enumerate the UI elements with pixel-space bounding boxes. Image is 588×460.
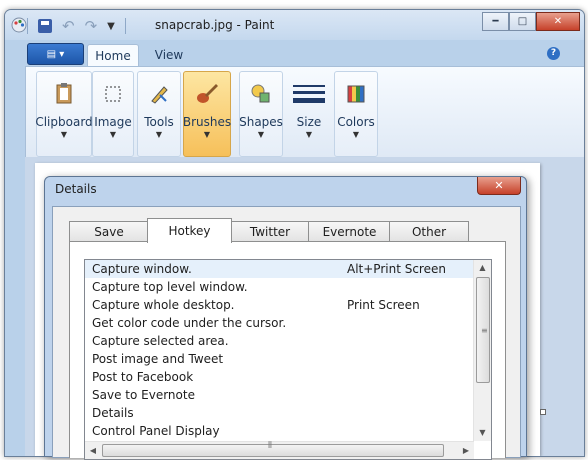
shapes-label: Shapes [239, 115, 283, 129]
shapes-dropdown-icon: ▼ [257, 130, 265, 139]
qat-separator [27, 18, 28, 34]
scroll-up-icon[interactable]: ▲ [474, 260, 491, 276]
scroll-down-icon[interactable]: ▼ [474, 425, 491, 441]
canvas-resize-handle[interactable] [540, 409, 546, 415]
colors-label: Colors [337, 115, 375, 129]
pencil-icon [151, 86, 168, 104]
maximize-button[interactable]: □ [509, 12, 536, 31]
quick-access-toolbar: ↶ ↷ ▼ [27, 18, 126, 34]
list-item[interactable]: Capture selected area. [85, 332, 473, 350]
tab-twitter[interactable]: Twitter [230, 221, 310, 242]
size-label: Size [296, 115, 322, 129]
colors-group[interactable]: Colors ▼ [334, 71, 378, 157]
clipboard-icon [56, 83, 72, 104]
help-icon[interactable]: ? [547, 47, 560, 60]
action-label: Control Panel Display [92, 424, 220, 438]
redo-icon[interactable]: ↷ [85, 19, 98, 34]
qat-separator [124, 18, 126, 34]
brushes-group[interactable]: Brushes ▼ [183, 71, 231, 157]
tab-home[interactable]: Home [87, 44, 139, 67]
list-item[interactable]: Capture whole desktop. Print Screen [85, 296, 473, 314]
action-label: Capture whole desktop. [92, 298, 235, 312]
color-palette-icon [347, 85, 365, 103]
image-label: Image [94, 115, 132, 129]
minimize-icon: ━ [492, 16, 499, 27]
list-item[interactable]: Save to Evernote [85, 386, 473, 404]
list-item[interactable]: Get color code under the cursor. [85, 314, 473, 332]
shapes-icon [251, 84, 270, 103]
size-group[interactable]: Size ▼ [287, 71, 331, 157]
clipboard-label: Clipboard [35, 115, 93, 129]
menu-icon: ▤ ▾ [46, 48, 65, 60]
image-dropdown-icon: ▼ [109, 130, 117, 139]
image-group[interactable]: Image ▼ [92, 71, 134, 157]
dialog-body: Save Hotkey Twitter Evernote Other Captu… [52, 206, 521, 460]
select-icon [105, 86, 121, 102]
list-item[interactable]: Post to Facebook [85, 368, 473, 386]
hotkey-label: Print Screen [347, 298, 420, 312]
action-label: Post to Facebook [92, 370, 194, 384]
grip-icon: ⦀ [268, 441, 272, 451]
hotkey-panel: Capture window. Alt+Print Screen Capture … [69, 241, 506, 460]
list-item[interactable]: Post image and Tweet [85, 350, 473, 368]
tools-dropdown-icon: ▼ [155, 130, 163, 139]
close-icon: ✕ [494, 179, 504, 192]
tab-evernote[interactable]: Evernote [308, 221, 391, 242]
tools-label: Tools [144, 115, 174, 129]
window-title: snapcrab.jpg - Paint [155, 18, 275, 32]
tab-hotkey[interactable]: Hotkey [147, 218, 232, 243]
save-icon[interactable] [38, 19, 52, 33]
action-label: Post image and Tweet [92, 352, 224, 366]
clipboard-dropdown-icon: ▼ [60, 130, 68, 139]
vertical-scrollbar[interactable]: ▲ ≡ ▼ [473, 260, 491, 441]
shapes-group[interactable]: Shapes ▼ [239, 71, 283, 157]
paint-menu-button[interactable]: ▤ ▾ [27, 43, 84, 65]
list-item[interactable]: Details [85, 404, 473, 422]
list-item[interactable]: Control Panel Display [85, 422, 473, 440]
scroll-right-icon[interactable]: ▶ [458, 442, 474, 459]
action-label: Details [92, 406, 134, 420]
horizontal-scroll-thumb[interactable]: ⦀ [102, 441, 444, 457]
ribbon-home: Clipboard ▼ Image ▼ Tools ▼ Brushes ▼ Sh… [25, 66, 584, 158]
brushes-label: Brushes [182, 115, 232, 129]
tools-group[interactable]: Tools ▼ [137, 71, 181, 157]
line-size-icon [293, 85, 325, 103]
close-button[interactable]: ✕ [536, 12, 580, 31]
paint-app-icon[interactable] [11, 17, 27, 33]
dialog-title: Details [55, 182, 97, 196]
clipboard-group[interactable]: Clipboard ▼ [35, 71, 93, 157]
ribbon-tab-row: ▤ ▾ Home View ? [5, 40, 584, 67]
brush-icon [197, 84, 218, 103]
close-icon: ✕ [553, 16, 563, 27]
maximize-icon: □ [517, 16, 528, 27]
tab-other[interactable]: Other [389, 221, 469, 242]
list-item[interactable]: Capture top level window. [85, 278, 473, 296]
undo-icon[interactable]: ↶ [62, 19, 75, 34]
action-label: Capture top level window. [92, 280, 248, 294]
minimize-button[interactable]: ━ [482, 12, 509, 31]
brushes-dropdown-icon: ▼ [203, 130, 211, 139]
size-dropdown-icon: ▼ [305, 130, 313, 139]
dialog-close-button[interactable]: ✕ [477, 177, 521, 195]
list-item[interactable]: Capture window. Alt+Print Screen [85, 260, 473, 278]
action-label: Capture window. [92, 262, 192, 276]
tab-save[interactable]: Save [69, 221, 149, 242]
title-bar: ↶ ↷ ▼ snapcrab.jpg - Paint ━ □ ✕ [5, 10, 584, 40]
grip-icon: ≡ [481, 326, 488, 335]
action-label: Capture selected area. [92, 334, 229, 348]
scroll-left-icon[interactable]: ◀ [85, 442, 101, 459]
horizontal-scrollbar[interactable]: ◀ ⦀ ▶ [85, 441, 474, 459]
action-label: Get color code under the cursor. [92, 316, 287, 330]
hotkey-list[interactable]: Capture window. Alt+Print Screen Capture … [84, 259, 492, 460]
tab-view[interactable]: View [141, 44, 197, 66]
window-controls: ━ □ ✕ [482, 12, 580, 31]
hotkey-label: Alt+Print Screen [347, 262, 446, 276]
action-label: Save to Evernote [92, 388, 195, 402]
details-dialog: Details ✕ Save Hotkey Twitter Evernote O… [44, 176, 527, 460]
vertical-scroll-thumb[interactable]: ≡ [476, 277, 490, 383]
colors-dropdown-icon: ▼ [352, 130, 360, 139]
qat-customize-icon[interactable]: ▼ [107, 21, 115, 32]
